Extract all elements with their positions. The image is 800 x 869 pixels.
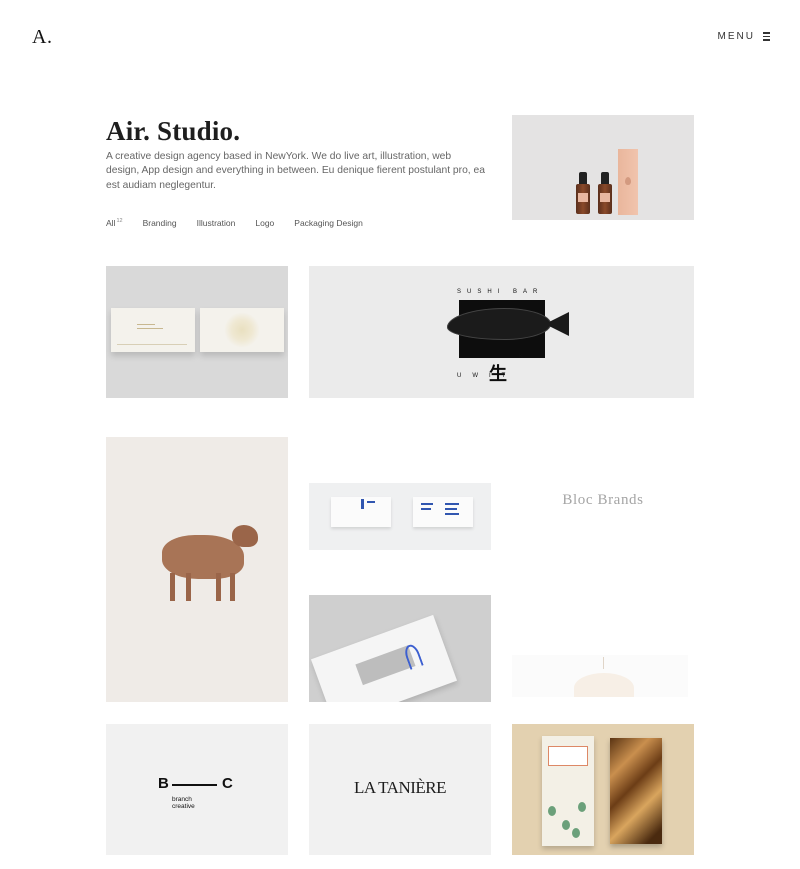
portfolio-item-la-taniere[interactable]: LA TANIÈRE xyxy=(309,724,491,855)
portfolio-item-business-cards[interactable] xyxy=(106,266,288,398)
portfolio-item-bloc-brands[interactable]: Bloc Brands xyxy=(512,480,694,530)
candle-wick xyxy=(603,657,604,669)
sushi-bottom-text: UWIT xyxy=(457,373,517,379)
sushi-top-text: SUSHI BAR xyxy=(457,289,544,295)
tree-icon xyxy=(548,806,556,816)
portfolio-item-candle[interactable] xyxy=(512,655,688,697)
chocolate-foil-image xyxy=(610,738,662,844)
business-card-image xyxy=(111,308,195,352)
filter-all[interactable]: All12 xyxy=(106,218,123,228)
la-taniere-logo-text: LA TANIÈRE xyxy=(353,778,447,797)
branch-logo-b: B xyxy=(158,775,169,792)
dropper-bottle-image xyxy=(576,172,590,214)
filter-illustration[interactable]: Illustration xyxy=(197,218,236,228)
filter-all-label: All xyxy=(106,218,116,228)
fish-tail-image xyxy=(545,312,569,336)
intro-description: A creative design agency based in NewYor… xyxy=(106,151,485,191)
filter-branding[interactable]: Branding xyxy=(143,218,177,228)
branch-logo-line xyxy=(172,784,217,786)
branch-logo-c: C xyxy=(222,775,233,792)
business-card-image xyxy=(200,308,284,352)
portfolio-item-sushi-bar[interactable]: SUSHI BAR K 生 UWIT xyxy=(309,266,694,398)
hamburger-icon xyxy=(763,32,770,41)
portfolio-filters: All12 Branding Illustration Logo Packagi… xyxy=(106,218,383,228)
chocolate-package-image xyxy=(542,736,594,846)
filter-logo[interactable]: Logo xyxy=(255,218,274,228)
portfolio-item-serum[interactable] xyxy=(512,115,694,220)
tree-icon xyxy=(578,802,586,812)
sheep-leg xyxy=(230,573,235,601)
sheep-leg xyxy=(170,573,175,601)
package-label xyxy=(548,746,588,766)
menu-label: MENU xyxy=(717,31,755,42)
sushi-side-letter: K xyxy=(519,354,524,360)
branch-subtitle-line2: creative xyxy=(172,803,195,810)
filter-all-count: 12 xyxy=(116,218,123,225)
portfolio-item-chocolate[interactable] xyxy=(512,724,694,855)
branch-subtitle-line1: branch xyxy=(172,796,192,803)
stationery-sheet-image xyxy=(413,497,473,527)
bloc-brands-logo-text: Bloc Brands xyxy=(562,492,644,508)
tree-icon xyxy=(562,820,570,830)
menu-button[interactable]: MENU xyxy=(718,31,770,42)
dropper-bottle-image xyxy=(598,172,612,214)
portfolio-item-box-packaging[interactable] xyxy=(309,595,491,702)
fish-image xyxy=(447,308,551,340)
page-title: Air. Studio. xyxy=(106,116,241,146)
portfolio-item-stationery[interactable] xyxy=(309,483,491,550)
sheep-leg xyxy=(186,573,191,601)
sheep-head-image xyxy=(232,525,258,547)
filter-packaging-design[interactable]: Packaging Design xyxy=(294,218,363,228)
packaging-box-image xyxy=(310,614,458,702)
portfolio-item-branch-creative[interactable]: B C branch creative xyxy=(106,724,288,855)
candle-image xyxy=(574,673,634,697)
tree-icon xyxy=(572,828,580,838)
serum-box-image xyxy=(618,149,638,215)
logo[interactable]: A. xyxy=(32,26,52,49)
portfolio-item-sheep[interactable] xyxy=(106,437,288,702)
sheep-leg xyxy=(216,573,221,601)
stationery-sheet-image xyxy=(331,497,391,527)
branch-logo-subtitle: branch creative xyxy=(172,796,195,810)
